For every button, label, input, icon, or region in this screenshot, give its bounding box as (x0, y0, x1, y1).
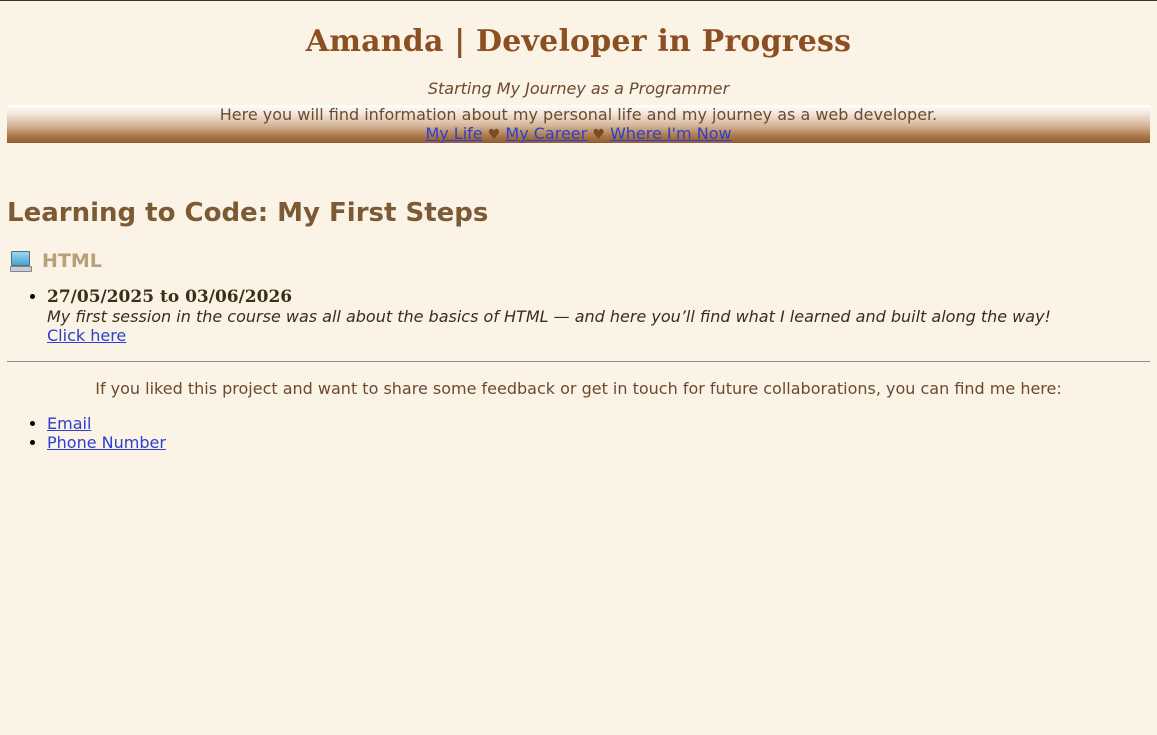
list-item: 27/05/2025 to 03/06/2026 My first sessio… (47, 287, 1150, 346)
contact-list: Email Phone Number (7, 414, 1150, 452)
phone-number-link[interactable]: Phone Number (47, 433, 166, 452)
heart-icon: ♥ (592, 127, 605, 143)
entry-description: My first session in the course was all a… (47, 307, 1051, 326)
heart-icon: ♥ (487, 127, 501, 143)
entries-list: 27/05/2025 to 03/06/2026 My first sessio… (7, 287, 1150, 346)
nav-link-where-im-now[interactable]: Where I'm Now (610, 124, 732, 143)
contact-text: If you liked this project and want to sh… (95, 379, 1062, 398)
tagline: Starting My Journey as a Programmer (427, 79, 730, 98)
list-item: Email (47, 414, 1150, 433)
subsection-header: HTML (7, 247, 1150, 275)
subsection-title: HTML (42, 250, 102, 272)
page: Amanda | Developer in Progress Starting … (0, 1, 1157, 452)
nav-link-my-career[interactable]: My Career (505, 124, 587, 143)
intro-banner: Here you will find information about my … (7, 105, 1150, 143)
banner-intro-text: Here you will find information about my … (219, 105, 938, 124)
main-nav: My Life ♥ My Career ♥ Where I'm Now (7, 124, 1150, 145)
site-title: Amanda | Developer in Progress (305, 24, 852, 59)
computer-icon (10, 250, 36, 272)
email-link[interactable]: Email (47, 414, 91, 433)
entry-date: 27/05/2025 to 03/06/2026 (47, 287, 293, 307)
divider (7, 361, 1150, 362)
nav-link-my-life[interactable]: My Life (425, 124, 482, 143)
entry-link[interactable]: Click here (47, 326, 126, 345)
list-item: Phone Number (47, 433, 1150, 452)
section-title: Learning to Code: My First Steps (7, 198, 489, 228)
